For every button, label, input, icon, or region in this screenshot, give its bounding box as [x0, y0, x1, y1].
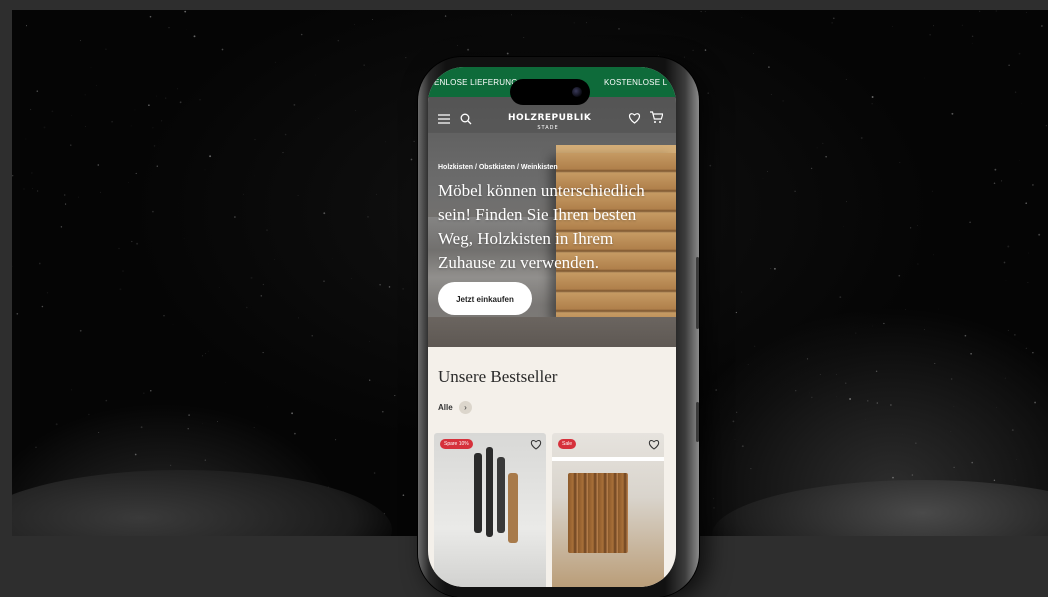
phone-mockup: ENLOSE LIEFERUNG KOSTENLOSE L HOLZREPUBL…	[418, 57, 699, 597]
product-image-cutting-board	[568, 473, 628, 553]
product-card[interactable]: Spare 10%	[434, 433, 546, 587]
product-image-shelf	[552, 457, 664, 461]
logo-text: HOLZREPUBLIK	[508, 113, 591, 123]
logo-subtext: STADE	[508, 123, 588, 133]
dynamic-island	[510, 79, 590, 105]
phone-side-button	[696, 257, 699, 329]
breadcrumb[interactable]: Holzkisten / Obstkisten / Weinkisten	[438, 164, 558, 171]
camera-lens	[572, 87, 582, 97]
heart-icon[interactable]	[648, 439, 660, 450]
shop-now-button[interactable]: Jetzt einkaufen	[438, 282, 532, 315]
promo-text-right: KOSTENLOSE L	[604, 78, 667, 87]
promo-text-left: ENLOSE LIEFERUNG	[434, 78, 518, 87]
menu-icon[interactable]	[438, 114, 450, 124]
chevron-right-icon[interactable]: ›	[459, 401, 472, 414]
hero-counter	[428, 317, 676, 347]
heart-icon[interactable]	[628, 112, 641, 124]
search-icon[interactable]	[460, 113, 472, 125]
view-all-link[interactable]: Alle	[438, 403, 453, 412]
phone-screen: ENLOSE LIEFERUNG KOSTENLOSE L HOLZREPUBL…	[428, 67, 676, 587]
brand-logo[interactable]: HOLZREPUBLIK STADE	[508, 113, 588, 133]
sale-badge: Sale	[558, 439, 576, 449]
phone-side-button-lower	[696, 402, 699, 442]
product-image-knife-holder	[508, 473, 518, 543]
heart-icon[interactable]	[530, 439, 542, 450]
hero-headline: Möbel können unterschiedlich sein! Finde…	[438, 179, 670, 275]
product-image-knife	[497, 457, 505, 533]
cart-icon[interactable]	[650, 111, 663, 124]
product-image-knife	[474, 453, 482, 533]
product-card[interactable]: Sale	[552, 433, 664, 587]
section-title: Unsere Bestseller	[438, 367, 557, 387]
product-image-knife	[486, 447, 493, 537]
discount-badge: Spare 10%	[440, 439, 473, 449]
